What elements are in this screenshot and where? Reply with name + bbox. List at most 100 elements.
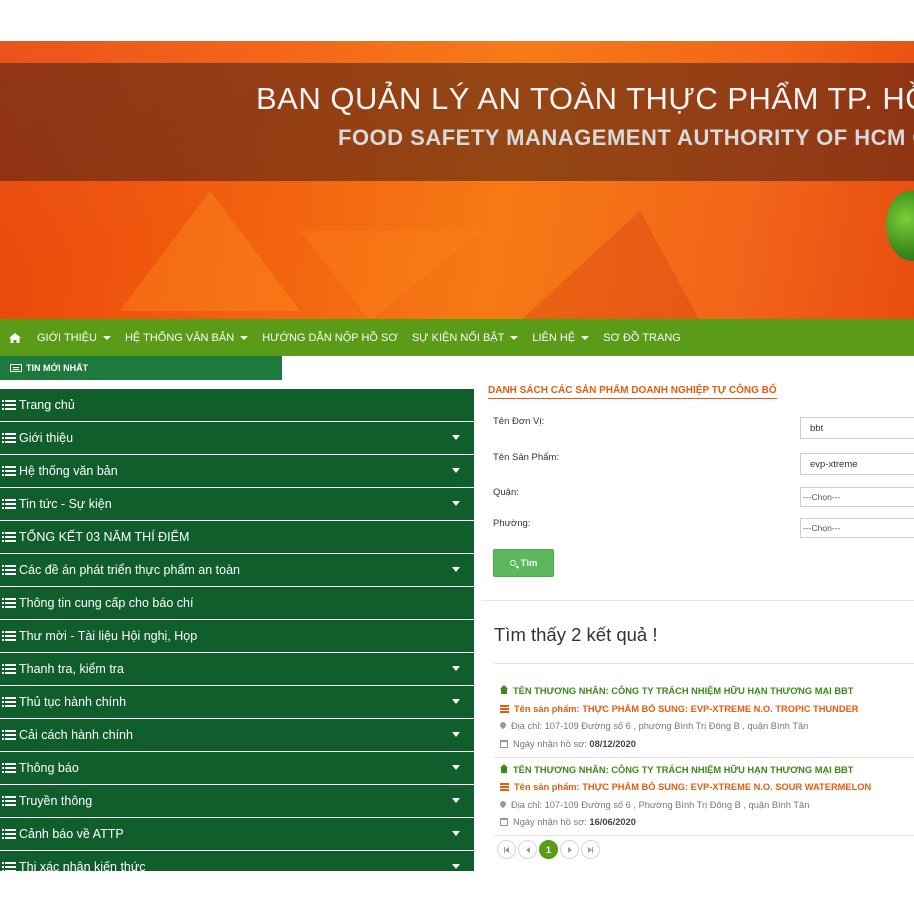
nav-label: GIỚI THIỆU <box>37 331 97 344</box>
sidebar-item[interactable]: Thông tin cung cấp cho báo chí <box>0 587 474 619</box>
nav-item-su-kien[interactable]: SỰ KIỆN NỔI BẬT <box>405 319 526 356</box>
list-icon <box>2 433 16 443</box>
caret-down-icon[interactable] <box>452 699 460 704</box>
prev-page-button[interactable] <box>518 840 537 859</box>
sidebar-item[interactable]: Truyền thông <box>0 785 474 817</box>
newspaper-icon <box>10 364 22 372</box>
caret-down-icon[interactable] <box>452 666 460 671</box>
sidebar-item[interactable]: Thi xác nhận kiến thức <box>0 851 474 871</box>
caret-down-icon[interactable] <box>452 765 460 770</box>
header-banner: BAN QUẢN LÝ AN TOÀN THỰC PHẨM TP. HỒ CHÍ… <box>0 41 914 319</box>
sidebar-item-label: Truyền thông <box>19 794 93 808</box>
sidebar-item[interactable]: Thanh tra, kiểm tra <box>0 653 474 685</box>
caret-down-icon <box>510 335 519 340</box>
caret-down-icon <box>581 335 590 340</box>
list-icon <box>2 400 16 410</box>
first-page-button[interactable] <box>497 840 516 859</box>
sidebar-item[interactable]: Cải cách hành chính <box>0 719 474 751</box>
sidebar-menu: Trang chủ Giới thiệu Hệ thống văn bản Tin t… <box>0 389 474 871</box>
sidebar-item[interactable]: TỔNG KẾT 03 NĂM THÍ ĐIỂM <box>0 521 474 553</box>
list-icon <box>2 730 16 740</box>
nav-item-lien-he[interactable]: LIÊN HỆ <box>525 319 596 356</box>
sidebar-item-label: Thông tin cung cấp cho báo chí <box>19 596 194 610</box>
caret-down-icon <box>102 335 111 340</box>
ward-selected-value: ---Chọn--- <box>803 523 841 533</box>
list-icon <box>2 565 16 575</box>
nav-item-huong-dan[interactable]: HƯỚNG DẪN NỘP HỒ SƠ <box>255 319 405 356</box>
caret-down-icon[interactable] <box>452 732 460 737</box>
home-icon <box>500 763 508 774</box>
sidebar-item[interactable]: Giới thiệu <box>0 422 474 454</box>
list-icon <box>500 783 509 791</box>
list-icon <box>2 631 16 641</box>
nav-label: LIÊN HỆ <box>532 331 576 344</box>
district-selected-value: ---Chọn--- <box>803 492 841 502</box>
sidebar-item-label: Thanh tra, kiểm tra <box>19 662 124 676</box>
nav-item-gioi-thieu[interactable]: GIỚI THIỆU <box>30 319 118 356</box>
result-merchant[interactable]: TÊN THƯƠNG NHÂN: CÔNG TY TRÁCH NHIỆM HỮU… <box>500 763 854 775</box>
sidebar-item-label: TỔNG KẾT 03 NĂM THÍ ĐIỂM <box>19 530 190 544</box>
sidebar-item[interactable]: Cảnh báo về ATTP <box>0 818 474 850</box>
result-merchant[interactable]: TÊN THƯƠNG NHÂN: CÔNG TY TRÁCH NHIỆM HỮU… <box>500 684 853 696</box>
sidebar-item-label: Cảnh báo về ATTP <box>19 827 124 841</box>
list-icon <box>2 829 16 839</box>
list-icon <box>2 466 16 476</box>
last-page-icon <box>592 846 593 853</box>
banner-title-vietnamese: BAN QUẢN LÝ AN TOÀN THỰC PHẨM TP. HỒ CHÍ… <box>256 81 914 116</box>
sidebar-item[interactable]: Thư mời - Tài liệu Hội nghị, Họp <box>0 620 474 652</box>
address-text: Địa chỉ: 107-109 Đường số 6 , Phường Bìn… <box>511 800 810 810</box>
caret-down-icon[interactable] <box>452 501 460 506</box>
last-page-button[interactable] <box>581 840 600 859</box>
list-icon <box>2 697 16 707</box>
home-icon[interactable] <box>0 319 30 356</box>
divider <box>494 757 914 758</box>
sidebar-item-label: Các đề án phát triển thực phẩm an toàn <box>19 563 241 577</box>
arrow-left-icon <box>505 846 509 853</box>
result-date: Ngày nhận hồ sơ: 16/06/2020 <box>500 817 636 827</box>
product-name-input[interactable] <box>800 453 914 475</box>
merchant-text: TÊN THƯƠNG NHÂN: CÔNG TY TRÁCH NHIỆM HỮU… <box>513 765 854 775</box>
list-icon <box>2 862 16 871</box>
district-select[interactable]: ---Chọn--- <box>800 487 914 507</box>
sidebar-item[interactable]: Các đề án phát triển thực phẩm an toàn <box>0 554 474 586</box>
nav-label: HƯỚNG DẪN NỘP HỒ SƠ <box>262 331 398 344</box>
main-nav: GIỚI THIỆU HỆ THỐNG VĂN BẢN HƯỚNG DẪN NỘ… <box>0 319 914 356</box>
sidebar-item-label: Thông báo <box>19 761 79 775</box>
caret-down-icon[interactable] <box>452 435 460 440</box>
nav-item-he-thong-van-ban[interactable]: HỆ THỐNG VĂN BẢN <box>118 319 255 356</box>
nav-label: SƠ ĐỒ TRANG <box>603 331 681 344</box>
latest-news-ticker[interactable]: TIN MỚI NHẤT <box>0 356 282 380</box>
divider <box>494 663 914 664</box>
unit-name-input[interactable] <box>800 417 914 439</box>
list-icon <box>2 598 16 608</box>
result-product[interactable]: Tên sản phẩm: THỰC PHẨM BỔ SUNG: EVP-XTR… <box>500 704 858 714</box>
calendar-icon <box>500 818 508 826</box>
caret-down-icon[interactable] <box>452 468 460 473</box>
product-text: Tên sản phẩm: THỰC PHẨM BỔ SUNG: EVP-XTR… <box>514 782 872 792</box>
caret-down-icon[interactable] <box>452 798 460 803</box>
caret-down-icon[interactable] <box>452 567 460 572</box>
sidebar-item[interactable]: Thủ tục hành chính <box>0 686 474 718</box>
sidebar-item[interactable]: Thông báo <box>0 752 474 784</box>
product-text: Tên sản phẩm: THỰC PHẨM BỔ SUNG: EVP-XTR… <box>514 704 859 714</box>
sidebar-item-label: Cải cách hành chính <box>19 728 133 742</box>
unit-label: Tên Đơn Vị: <box>493 416 545 427</box>
sidebar-item[interactable]: Hệ thống văn bản <box>0 455 474 487</box>
nav-item-so-do-trang[interactable]: SƠ ĐỒ TRANG <box>596 319 688 356</box>
next-page-button[interactable] <box>560 840 579 859</box>
caret-down-icon[interactable] <box>452 864 460 869</box>
sidebar-item[interactable]: Tin tức - Sự kiện <box>0 488 474 520</box>
nav-label: HỆ THỐNG VĂN BẢN <box>124 331 235 344</box>
sidebar-item[interactable]: Trang chủ <box>0 389 474 421</box>
search-button[interactable]: Tìm <box>493 549 554 577</box>
date-value: 16/06/2020 <box>589 817 636 827</box>
list-icon <box>2 796 16 806</box>
sidebar-item-label: Thủ tục hành chính <box>19 695 127 709</box>
ward-select[interactable]: ---Chọn--- <box>800 518 914 538</box>
page-button-current[interactable]: 1 <box>539 840 558 859</box>
pagination: 1 <box>497 840 602 859</box>
list-icon <box>2 664 16 674</box>
caret-down-icon[interactable] <box>452 831 460 836</box>
list-icon <box>2 532 16 542</box>
result-product[interactable]: Tên sản phẩm: THỰC PHẨM BỔ SUNG: EVP-XTR… <box>500 782 871 792</box>
